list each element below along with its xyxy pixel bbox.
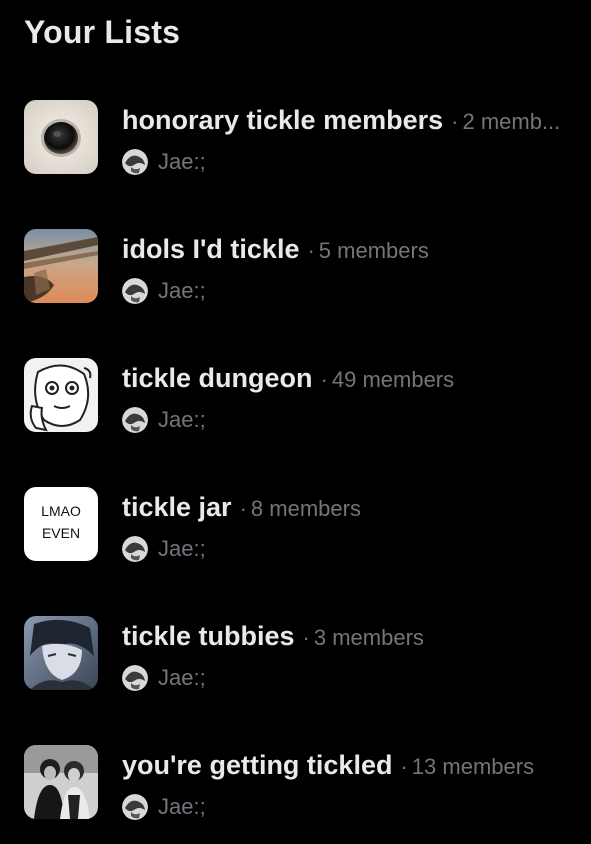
list-name: tickle jar	[122, 492, 232, 522]
owner-avatar	[122, 407, 148, 433]
list-name: tickle dungeon	[122, 363, 313, 393]
list-item-tickle-jar[interactable]: LMAO EVEN tickle jar · 8 members Jae:;	[24, 487, 584, 567]
owner-name: Jae:;	[158, 407, 206, 432]
owner-avatar	[122, 536, 148, 562]
list-name: you're getting tickled	[122, 750, 393, 780]
list-item-youre-getting-tickled[interactable]: you're getting tickled · 13 members Jae:;	[24, 745, 584, 825]
list-item-honorary-tickle-members[interactable]: honorary tickle members · 2 memb... Jae:;	[24, 100, 584, 180]
member-count: 8 members	[250, 496, 361, 521]
separator-dot: ·	[400, 754, 408, 779]
lists-page: Your Lists honorary tickle members · 2 m…	[0, 0, 591, 844]
list-owner: Jae:;	[122, 533, 206, 565]
separator-dot: ·	[320, 367, 328, 392]
list-item-tickle-tubbies[interactable]: tickle tubbies · 3 members Jae:;	[24, 616, 584, 696]
member-count: 49 members	[331, 367, 455, 392]
member-count: 2 memb...	[462, 109, 561, 134]
member-count: 13 members	[411, 754, 535, 779]
owner-avatar	[122, 149, 148, 175]
thumbnail-text-line-1: LMAO	[41, 503, 81, 519]
list-title-line: you're getting tickled · 13 members	[122, 747, 584, 785]
list-name: honorary tickle members	[122, 105, 444, 135]
list-owner: Jae:;	[122, 146, 206, 178]
owner-avatar	[122, 665, 148, 691]
list-owner: Jae:;	[122, 275, 206, 307]
member-count: 5 members	[318, 238, 429, 263]
text-thumbnail: LMAO EVEN	[24, 487, 98, 561]
owner-name: Jae:;	[158, 536, 206, 561]
list-owner: Jae:;	[122, 791, 206, 823]
page-title: Your Lists	[24, 14, 181, 50]
list-title-line: tickle tubbies · 3 members	[122, 618, 584, 656]
list-item-tickle-dungeon[interactable]: tickle dungeon · 49 members Jae:;	[24, 358, 584, 438]
owner-name: Jae:;	[158, 278, 206, 303]
owner-name: Jae:;	[158, 794, 206, 819]
member-count: 3 members	[313, 625, 424, 650]
list-owner: Jae:;	[122, 404, 206, 436]
list-title-line: tickle dungeon · 49 members	[122, 360, 584, 398]
owner-avatar	[122, 278, 148, 304]
separator-dot: ·	[451, 109, 459, 134]
list-name: tickle tubbies	[122, 621, 295, 651]
list-owner: Jae:;	[122, 662, 206, 694]
owner-name: Jae:;	[158, 149, 206, 174]
list-title-line: idols I'd tickle · 5 members	[122, 231, 584, 269]
list-item-idols-id-tickle[interactable]: idols I'd tickle · 5 members Jae:;	[24, 229, 584, 309]
owner-avatar	[122, 794, 148, 820]
owner-name: Jae:;	[158, 665, 206, 690]
cartoon-face-thumbnail	[24, 358, 98, 432]
list-title-line: tickle jar · 8 members	[122, 489, 584, 527]
sunset-scene-thumbnail	[24, 229, 98, 303]
separator-dot: ·	[307, 238, 315, 263]
separator-dot: ·	[302, 625, 310, 650]
couple-photo-thumbnail	[24, 745, 98, 819]
anime-character-thumbnail	[24, 616, 98, 690]
thumbnail-text-line-2: EVEN	[42, 525, 80, 541]
separator-dot: ·	[239, 496, 247, 521]
list-name: idols I'd tickle	[122, 234, 300, 264]
eye-hole-thumbnail	[24, 100, 98, 174]
list-title-line: honorary tickle members · 2 memb...	[122, 102, 584, 140]
